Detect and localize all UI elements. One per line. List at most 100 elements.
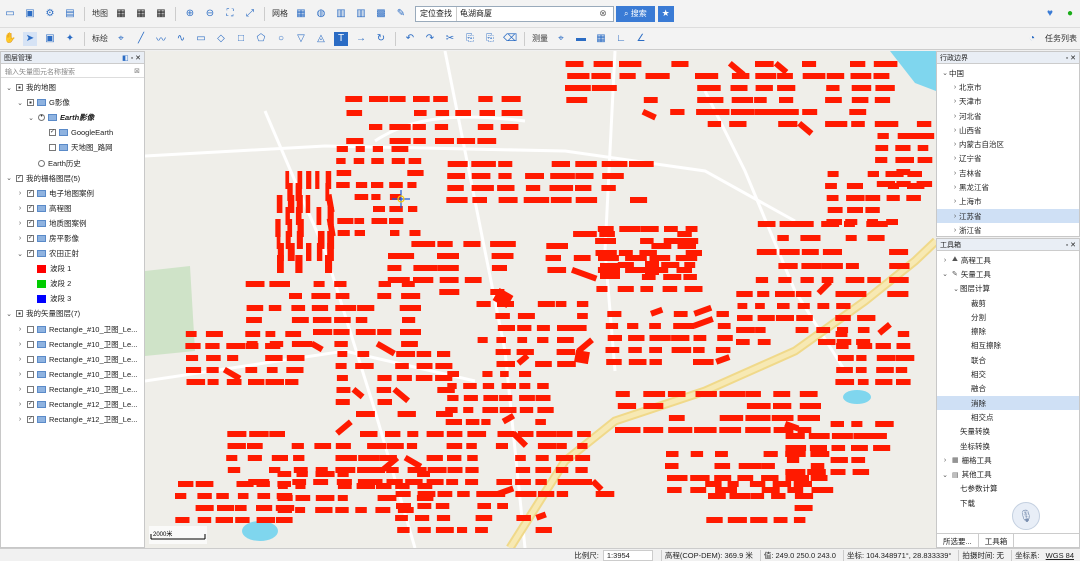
filter-clear-icon[interactable]: ⊠ <box>134 67 140 75</box>
chevron-down-icon[interactable]: ⌄ <box>16 250 24 258</box>
float-icon[interactable]: ▫ <box>131 55 133 62</box>
utm-icon[interactable]: ◍ <box>314 7 328 21</box>
fill-icon[interactable]: ◬ <box>314 32 328 46</box>
visibility-checkbox[interactable] <box>27 385 34 393</box>
chevron-right-icon[interactable]: › <box>16 371 24 378</box>
pan-hand-icon[interactable]: ✋ <box>3 32 17 46</box>
settings-icon[interactable]: ⚙ <box>43 7 57 21</box>
search-input[interactable] <box>457 6 593 21</box>
toolbox-tree-item[interactable]: 矢量转换 <box>937 425 1079 439</box>
toolbox-tree-item[interactable]: 相交点 <box>937 410 1079 424</box>
toolbox-tree-item[interactable]: 相互擦除 <box>937 339 1079 353</box>
admin-tree-item[interactable]: › 江苏省 <box>937 208 1079 224</box>
chevron-right-icon[interactable]: › <box>951 84 959 91</box>
crs-selector[interactable]: WGS 84 <box>1046 551 1074 560</box>
select-arrow-icon[interactable]: ➤ <box>23 31 37 46</box>
chevron-down-icon[interactable]: ⌄ <box>5 84 13 92</box>
visibility-checkbox[interactable]: ✓ <box>16 174 23 182</box>
square-icon[interactable]: □ <box>234 32 248 46</box>
close-icon[interactable]: ✕ <box>1070 242 1076 249</box>
text-icon[interactable]: T <box>334 31 348 46</box>
map-layer2-icon[interactable]: ▦ <box>134 7 148 21</box>
visibility-checkbox[interactable]: ✓ <box>27 204 34 212</box>
chevron-down-icon[interactable]: ⌄ <box>952 285 960 293</box>
chevron-down-icon[interactable]: ⌄ <box>16 99 24 107</box>
admin-tree-item[interactable]: › 内蒙古自治区 <box>937 137 1079 151</box>
layer-tree-item[interactable]: ⌄ ✓ 农田正射 <box>1 246 144 261</box>
toolbox-tree-item[interactable]: › ▦ 栅格工具 <box>937 453 1079 467</box>
fullscreen-icon[interactable]: ⤢ <box>243 7 257 21</box>
copy-icon[interactable]: ⎘ <box>463 32 477 46</box>
circle-icon[interactable]: ○ <box>274 32 288 46</box>
visibility-checkbox[interactable]: ✓ <box>27 401 34 409</box>
visibility-checkbox[interactable] <box>27 370 34 378</box>
layer-tree-item[interactable]: › ✓ Rectangle_#12_卫图_Le... <box>1 397 144 412</box>
layer-tree-item[interactable]: 波段 2 <box>1 276 144 291</box>
pentagon-icon[interactable]: ⬠ <box>254 32 268 46</box>
heart-icon[interactable]: ♥ <box>1043 7 1057 21</box>
admin-tree-item[interactable]: › 黑龙江省 <box>937 180 1079 194</box>
layer-tree-item[interactable]: ⌄ G影像 <box>1 95 144 110</box>
visibility-checkbox[interactable]: ✓ <box>49 129 56 137</box>
float-icon[interactable]: ▫ <box>1066 55 1068 62</box>
chevron-right-icon[interactable]: › <box>951 98 959 105</box>
open-folder-icon[interactable]: ▭ <box>3 7 17 21</box>
chevron-down-icon[interactable]: ⌄ <box>5 310 13 318</box>
measure-angle-icon[interactable]: ∠ <box>634 32 648 46</box>
chevron-right-icon[interactable]: › <box>951 155 959 162</box>
chevron-right-icon[interactable]: › <box>16 235 24 242</box>
float-icon[interactable]: ▫ <box>1066 242 1068 249</box>
layer-tree-item[interactable]: › ✓ 房平影像 <box>1 231 144 246</box>
point-icon[interactable]: ⌖ <box>114 32 128 46</box>
delete-icon[interactable]: ⌫ <box>503 32 517 46</box>
chevron-down-icon[interactable]: ⌄ <box>941 69 949 77</box>
favorite-star-icon[interactable]: ★ <box>657 5 674 22</box>
layer-tree-item[interactable]: ⌄ ✓ 我的栅格图层(5) <box>1 171 144 186</box>
toolbox-tree-item[interactable]: › ⛰ 高程工具 <box>937 253 1079 267</box>
map-menu-label[interactable]: 地图 <box>92 8 108 19</box>
task-list-button[interactable]: 任务列表 <box>1045 33 1077 44</box>
chevron-right-icon[interactable]: › <box>16 190 24 197</box>
toolbox-tree-item[interactable]: 下载 <box>937 496 1079 510</box>
admin-tree-item[interactable]: › 辽宁省 <box>937 152 1079 166</box>
toolbox-tree-item[interactable]: 擦除 <box>937 324 1079 338</box>
close-icon[interactable]: ✕ <box>135 55 141 62</box>
close-icon[interactable]: ✕ <box>1070 55 1076 62</box>
cut-icon[interactable]: ✂ <box>443 32 457 46</box>
layer-tree-item[interactable]: › Rectangle_#10_卫图_Le... <box>1 322 144 337</box>
layer-tree-item[interactable]: › Rectangle_#10_卫图_Le... <box>1 337 144 352</box>
chevron-right-icon[interactable]: › <box>16 220 24 227</box>
admin-tree-item[interactable]: › 天津市 <box>937 95 1079 109</box>
zoom-out-icon[interactable]: ⊖ <box>203 7 217 21</box>
chevron-right-icon[interactable]: › <box>941 457 949 464</box>
save-icon[interactable]: ▣ <box>23 7 37 21</box>
visibility-checkbox[interactable] <box>27 340 34 348</box>
visibility-checkbox[interactable]: ✓ <box>27 416 34 424</box>
layer-tree-item[interactable]: ⌄ 我的地图 <box>1 80 144 95</box>
chevron-right-icon[interactable]: › <box>16 356 24 363</box>
image-icon[interactable]: ▤ <box>63 7 77 21</box>
undo-icon[interactable]: ↶ <box>403 32 417 46</box>
chevron-right-icon[interactable]: › <box>16 326 24 333</box>
chevron-down-icon[interactable]: ⌄ <box>941 270 949 278</box>
toolbox-tree-item[interactable]: ⌄ ▤ 其他工具 <box>937 467 1079 481</box>
grid-join-icon[interactable]: ▥ <box>354 7 368 21</box>
toolbox-tree-item[interactable]: 七参数计算 <box>937 482 1079 496</box>
chevron-right-icon[interactable]: › <box>951 184 959 191</box>
toolbox-tree-item[interactable]: 融合 <box>937 382 1079 396</box>
layer-tree-item[interactable]: › Rectangle_#10_卫图_Le... <box>1 382 144 397</box>
layer-tree-item[interactable]: 波段 1 <box>1 261 144 276</box>
measure-area-icon[interactable]: ▦ <box>594 32 608 46</box>
line-icon[interactable]: ╱ <box>134 32 148 46</box>
layer-tree-item[interactable]: › ✓ Rectangle_#12_卫图_Le... <box>1 412 144 427</box>
chevron-right-icon[interactable]: › <box>16 386 24 393</box>
layer-tree-item[interactable]: 天地图_路网 <box>1 140 144 155</box>
rotate-icon[interactable]: ↻ <box>374 32 388 46</box>
layer-tree-item[interactable]: › ✓ 电子地图案例 <box>1 186 144 201</box>
visibility-checkbox[interactable]: ✓ <box>27 234 34 242</box>
redo-icon[interactable]: ↷ <box>423 32 437 46</box>
toolbox-tree-item[interactable]: 分割 <box>937 310 1079 324</box>
toolbox-tree-item[interactable]: ⌄ ✎ 矢量工具 <box>937 267 1079 281</box>
chevron-right-icon[interactable]: › <box>951 170 959 177</box>
layer-filter-input[interactable]: 输入矢量图元名称搜索 ⊠ <box>1 64 144 78</box>
